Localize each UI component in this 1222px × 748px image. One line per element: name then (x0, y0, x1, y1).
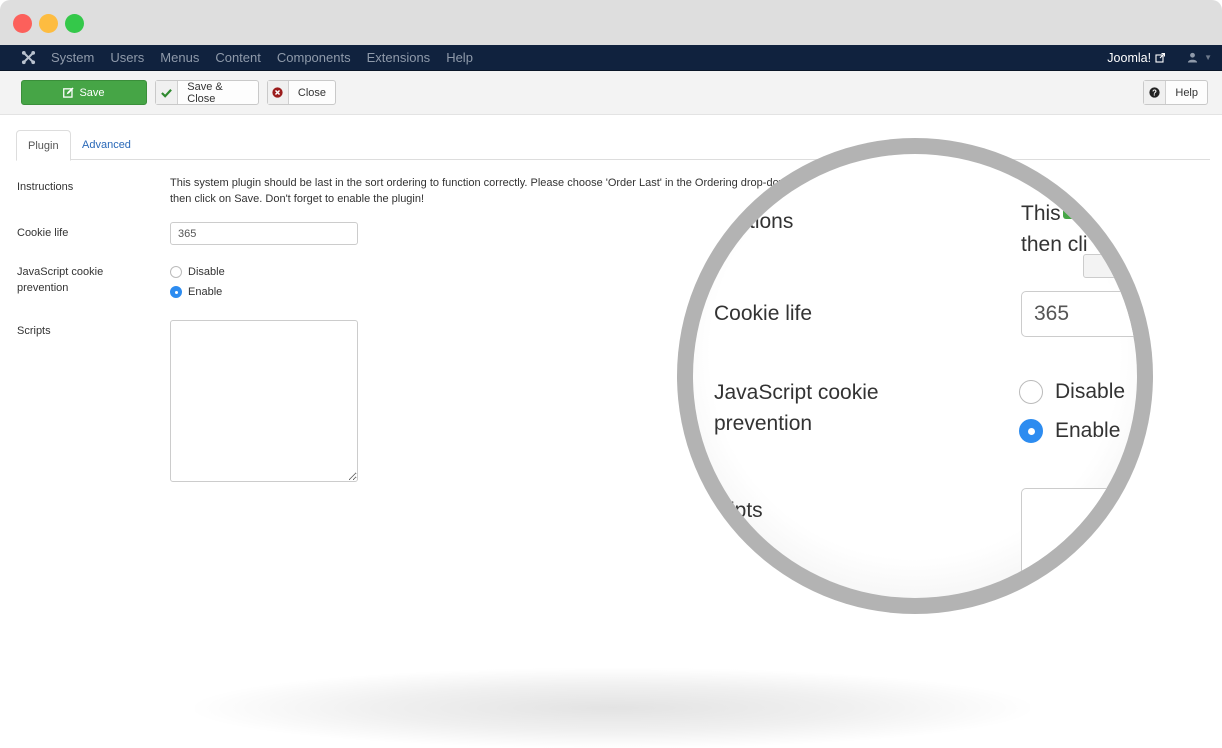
chevron-down-icon: ▼ (1204, 53, 1212, 62)
magnified-js-label2: prevention (714, 412, 813, 435)
magnified-cookie-label: Cookie life (714, 302, 813, 325)
instructions-label: Instructions (17, 181, 74, 193)
nav-menu-menus[interactable]: Menus (152, 45, 207, 71)
radio-enable-button[interactable] (170, 286, 182, 298)
magnified-status-dropdown (1063, 195, 1137, 219)
close-button-label: Close (297, 86, 326, 99)
magnified-scripts-label: ripts (723, 499, 763, 522)
magnifier-lens: tructions This then cli Cookie life 365 … (693, 154, 1137, 598)
cancel-circle-icon (272, 87, 284, 98)
user-icon (1187, 52, 1198, 63)
radio-enable-label: Enable (188, 286, 223, 298)
magnified-radio-disable-icon (1019, 380, 1043, 404)
magnified-instructions-text2: then cli (1021, 233, 1088, 256)
instructions-text-line2: then click on Save. Don't forget to enab… (170, 193, 425, 205)
cookie-life-label: Cookie life (17, 227, 69, 239)
svg-text:?: ? (1152, 88, 1157, 97)
admin-navbar: System Users Menus Content Components Ex… (0, 45, 1222, 71)
nav-menu-users[interactable]: Users (102, 45, 152, 71)
site-link[interactable]: Joomla! (1107, 50, 1166, 65)
check-icon (161, 88, 173, 98)
nav-menu-extensions[interactable]: Extensions (359, 45, 439, 71)
radio-disable-button[interactable] (170, 266, 182, 278)
save-and-close-label: Save & Close (187, 80, 223, 105)
window-maximize-button[interactable] (65, 14, 84, 33)
magnified-radio-disable-label: Disable (1055, 380, 1126, 403)
nav-menu-content[interactable]: Content (207, 45, 269, 71)
magnified-radio-enable-icon (1019, 419, 1043, 443)
radio-enable[interactable]: Enable (170, 286, 222, 298)
tab-plugin[interactable]: Plugin (16, 130, 71, 161)
external-link-icon (1155, 52, 1166, 63)
magnified-js-label1: JavaScript cookie (714, 381, 879, 404)
help-button[interactable]: ? Help (1143, 80, 1208, 105)
user-menu[interactable]: ▼ (1187, 52, 1212, 63)
question-circle-icon: ? (1149, 87, 1160, 98)
nav-menu-components[interactable]: Components (269, 45, 359, 71)
radio-disable-label: Disable (188, 266, 225, 278)
window-shadow (195, 668, 1030, 748)
window-close-button[interactable] (13, 14, 32, 33)
nav-menu-system[interactable]: System (43, 45, 102, 71)
toolbar: Save Save & Close Close ? Help (0, 71, 1222, 115)
magnified-radio-disable: Disable (1019, 380, 1125, 404)
js-cookie-prevention-label-line2: prevention (17, 282, 69, 294)
magnified-scripts-textarea (1021, 488, 1137, 598)
nav-menu-help[interactable]: Help (438, 45, 481, 71)
close-button[interactable]: Close (267, 80, 336, 105)
save-and-close-button[interactable]: Save & Close (155, 80, 259, 105)
title-bar (0, 0, 1222, 45)
radio-disable[interactable]: Disable (170, 266, 225, 278)
scripts-label: Scripts (17, 325, 51, 337)
site-link-label: Joomla! (1107, 50, 1152, 65)
browser-window: System Users Menus Content Components Ex… (0, 0, 1222, 670)
magnified-instructions-text1: This (1021, 202, 1061, 225)
joomla-logo-icon[interactable] (13, 45, 43, 71)
save-button-label: Save (79, 86, 105, 99)
magnified-radio-enable-label: Enable (1055, 419, 1121, 442)
js-cookie-prevention-label-line1: JavaScript cookie (17, 266, 104, 278)
magnifier-overlay: tructions This then cli Cookie life 365 … (677, 138, 1153, 614)
help-button-label: Help (1175, 86, 1198, 99)
save-button[interactable]: Save (21, 80, 147, 105)
magnified-cookie-input: 365 (1021, 291, 1137, 337)
window-minimize-button[interactable] (39, 14, 58, 33)
magnified-select (1083, 254, 1137, 278)
scripts-textarea[interactable] (170, 320, 358, 482)
tab-advanced[interactable]: Advanced (71, 130, 142, 160)
magnified-instructions-label: tructions (714, 210, 794, 233)
edit-icon (63, 87, 74, 98)
magnified-radio-enable: Enable (1019, 419, 1120, 443)
cookie-life-input[interactable] (170, 222, 358, 245)
